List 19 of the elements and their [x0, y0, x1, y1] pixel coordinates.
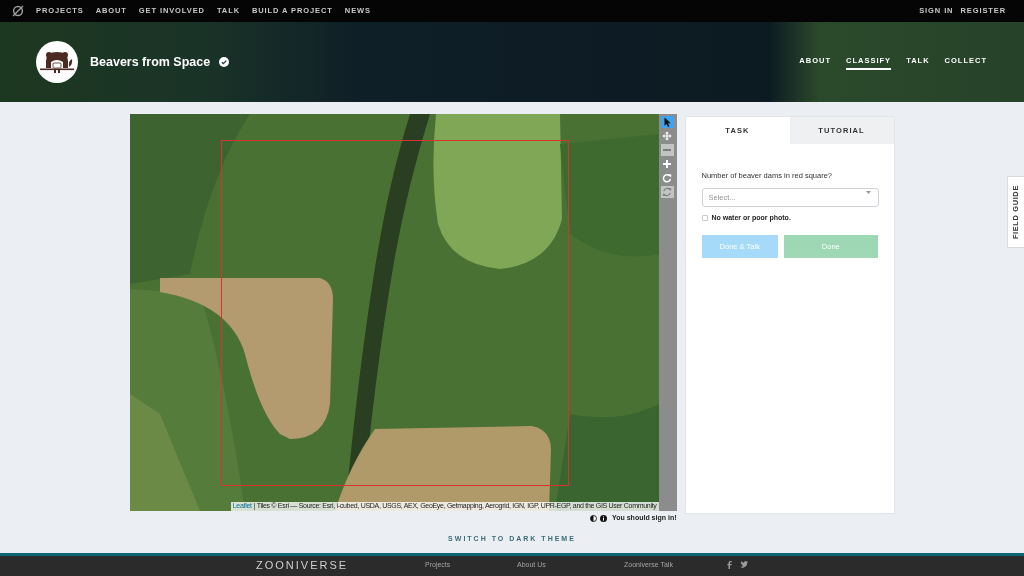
- site-logo-icon[interactable]: [12, 5, 24, 17]
- pan-tool-button[interactable]: [660, 130, 674, 142]
- zoom-in-button[interactable]: [660, 158, 674, 170]
- circular-arrow-icon: [662, 173, 672, 183]
- project-title: Beavers from Space: [90, 53, 211, 71]
- contrast-icon[interactable]: [590, 515, 598, 522]
- bird-icon[interactable]: [740, 561, 748, 568]
- two-circular-arrows-icon: [662, 187, 672, 197]
- beaver-logo-icon[interactable]: [36, 41, 78, 83]
- footer-logo-text: ZOONIVERSE: [256, 559, 350, 572]
- select-tool-button[interactable]: [660, 116, 674, 128]
- rotate-button[interactable]: [660, 172, 674, 184]
- cursor-arrow-icon: [662, 117, 672, 127]
- plus-icon: [662, 159, 672, 169]
- caret-icon: [865, 190, 871, 194]
- letter-f-icon[interactable]: [727, 561, 732, 569]
- four-way-arrows-icon: [662, 131, 672, 141]
- no-water-checkbox[interactable]: [701, 215, 708, 221]
- info-icon[interactable]: [600, 515, 608, 522]
